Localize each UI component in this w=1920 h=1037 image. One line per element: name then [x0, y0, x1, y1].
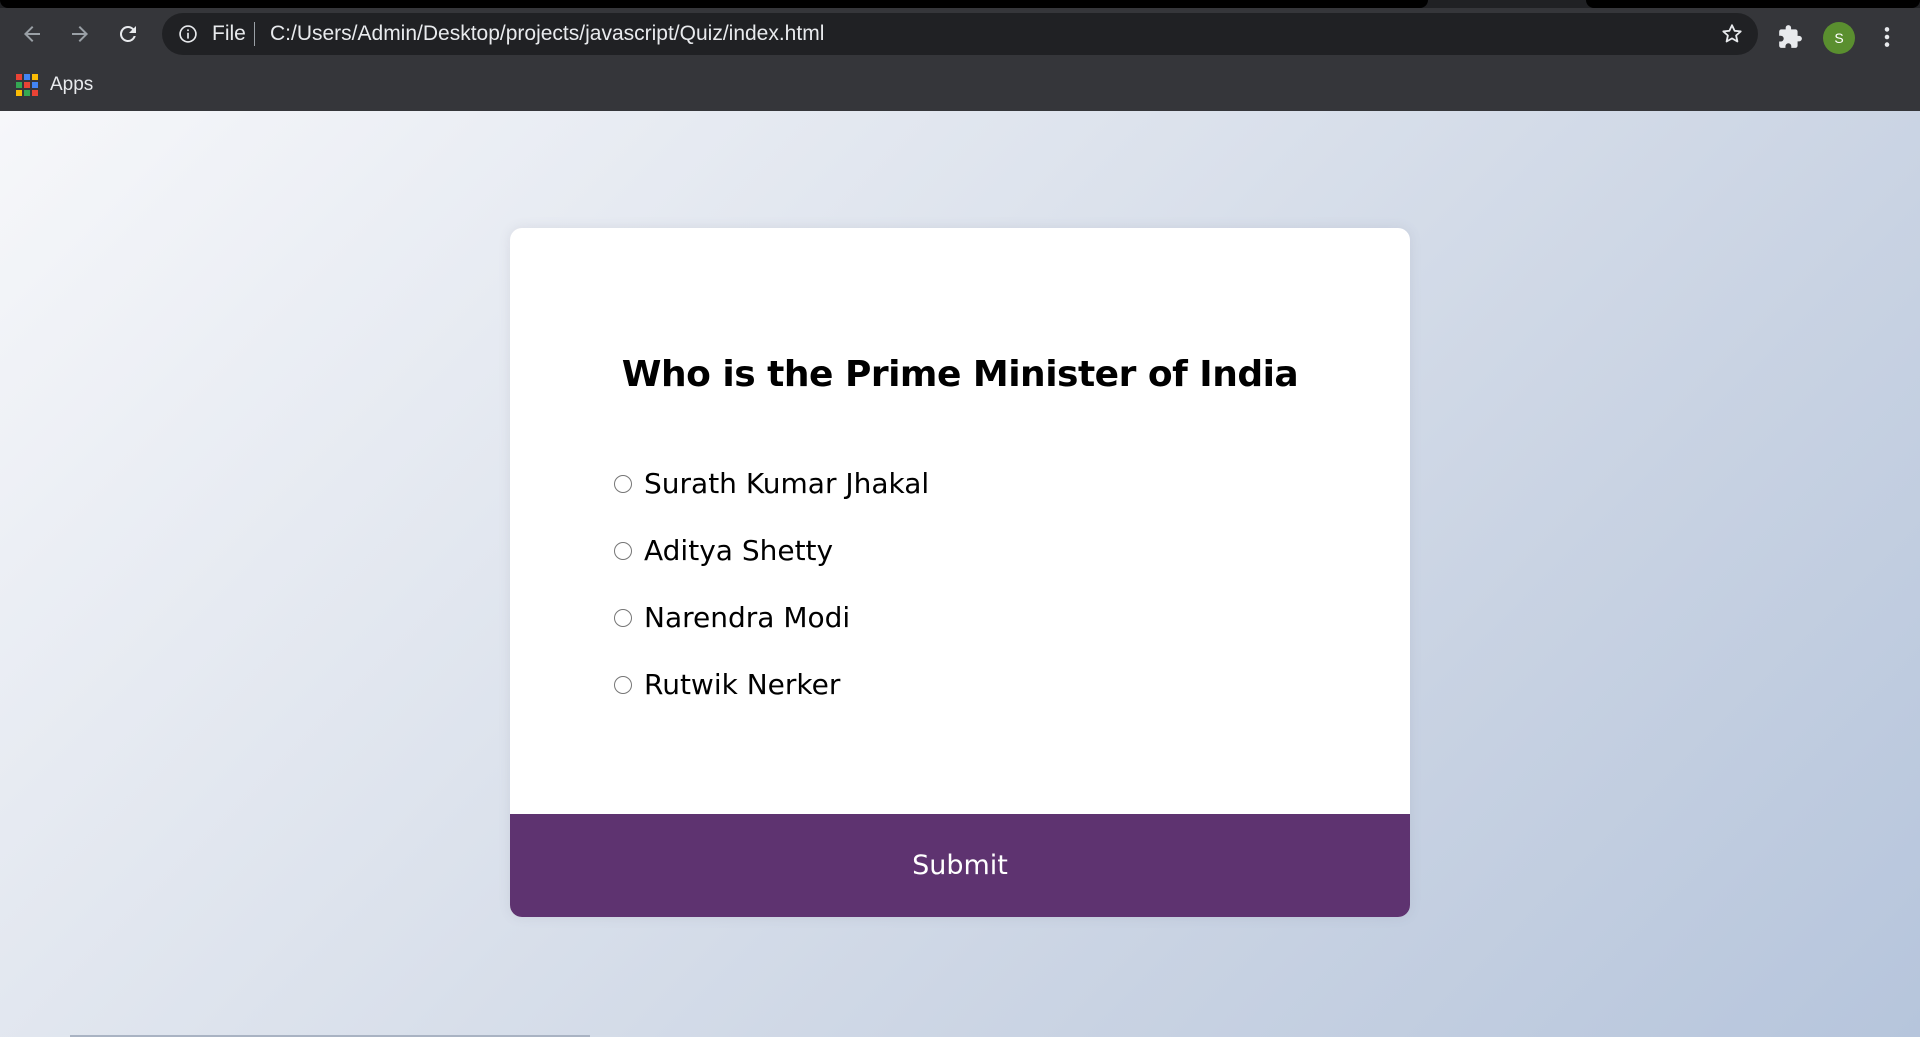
more-vert-icon[interactable]: [1874, 24, 1900, 50]
omnibox-divider: [254, 22, 255, 46]
answer-option[interactable]: Rutwik Nerker: [614, 651, 929, 718]
answer-label[interactable]: Aditya Shetty: [644, 534, 833, 567]
url-scheme-label: File: [212, 22, 246, 45]
answer-list: Surath Kumar Jhakal Aditya Shetty Narend…: [614, 450, 929, 718]
profile-initial: S: [1834, 30, 1844, 46]
browser-toolbar: File C:/Users/Admin/Desktop/projects/jav…: [0, 8, 1920, 61]
arrow-right-icon: [72, 26, 88, 42]
page-viewport: Who is the Prime Minister of India Surat…: [0, 111, 1920, 1037]
tab-strip: [0, 0, 1920, 8]
radio-button[interactable]: [614, 675, 632, 694]
url-text[interactable]: C:/Users/Admin/Desktop/projects/javascri…: [270, 23, 824, 44]
reload-button[interactable]: [110, 16, 146, 52]
answer-label[interactable]: Rutwik Nerker: [644, 668, 840, 701]
star-icon[interactable]: [1720, 22, 1744, 46]
answer-option[interactable]: Aditya Shetty: [614, 517, 929, 584]
answer-label[interactable]: Narendra Modi: [644, 601, 850, 634]
submit-button[interactable]: Submit: [510, 814, 1410, 917]
info-icon[interactable]: [178, 24, 198, 44]
tab[interactable]: [1586, 0, 1920, 8]
bookmark-label: Apps: [50, 74, 94, 95]
radio-button[interactable]: [614, 608, 632, 627]
quiz-question: Who is the Prime Minister of India: [621, 354, 1299, 395]
reload-icon: [119, 25, 136, 42]
quiz-card: Who is the Prime Minister of India Surat…: [510, 228, 1410, 917]
avatar[interactable]: S: [1823, 22, 1855, 54]
radio-button[interactable]: [614, 541, 632, 560]
forward-button[interactable]: [62, 16, 98, 52]
puzzle-icon[interactable]: [1777, 24, 1803, 50]
radio-button[interactable]: [614, 474, 632, 493]
bookmarks-bar: Apps: [0, 61, 1920, 111]
answer-option[interactable]: Narendra Modi: [614, 584, 929, 651]
bookmark-apps[interactable]: Apps: [16, 70, 93, 100]
tab[interactable]: [0, 0, 1428, 8]
back-button[interactable]: [14, 16, 50, 52]
address-bar[interactable]: File C:/Users/Admin/Desktop/projects/jav…: [162, 13, 1758, 55]
answer-label[interactable]: Surath Kumar Jhakal: [644, 467, 929, 500]
apps-grid-icon: [16, 74, 38, 96]
answer-option[interactable]: Surath Kumar Jhakal: [614, 450, 929, 517]
arrow-left-icon: [24, 26, 40, 42]
